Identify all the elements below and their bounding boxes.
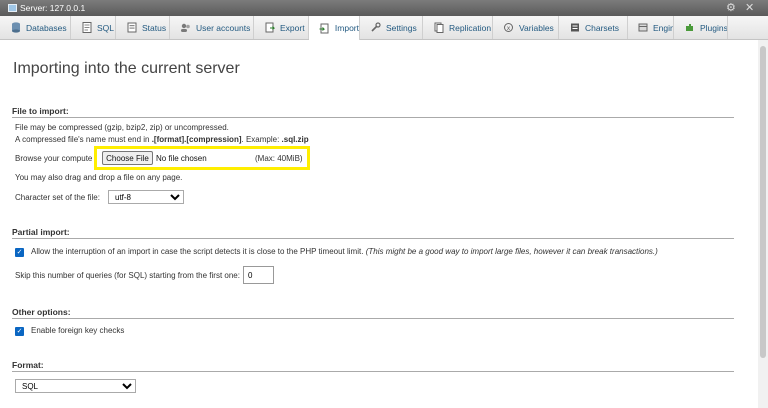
charset-select[interactable]: utf-8: [108, 190, 184, 204]
server-icon: [8, 4, 17, 12]
scrollbar-thumb[interactable]: [760, 46, 766, 358]
tab-label: Charsets: [585, 22, 620, 33]
plugins-icon: [684, 22, 695, 33]
filename-format: .[format].[compression]: [151, 135, 242, 144]
filename-note: A compressed file's name must end in .[f…: [15, 135, 309, 144]
format-select[interactable]: SQL: [15, 379, 136, 393]
tab-export[interactable]: Export: [254, 16, 309, 39]
max-size-text: (Max: 40MiB): [255, 154, 303, 163]
tab-replication[interactable]: Replication: [423, 16, 493, 39]
tab-label: User accounts: [196, 22, 251, 33]
allow-interrupt-text: Allow the interruption of an import in c…: [31, 247, 364, 256]
user-accounts-icon: [180, 22, 191, 33]
choose-file-button[interactable]: Choose File: [102, 151, 153, 165]
compression-note: File may be compressed (gzip, bzip2, zip…: [15, 123, 229, 132]
tab-variables[interactable]: x Variables: [493, 16, 559, 39]
variables-icon: x: [503, 22, 514, 33]
export-icon: [264, 22, 275, 33]
other-options-heading: Other options:: [12, 307, 71, 317]
tab-label: Databases: [26, 22, 67, 33]
server-title-bar: Server: 127.0.0.1 ⚙ ✕: [0, 0, 768, 16]
tab-label: Status: [142, 22, 167, 33]
format-heading: Format:: [12, 360, 44, 370]
settings-icon: [370, 22, 381, 33]
section-divider: [12, 318, 734, 319]
tab-databases[interactable]: Databases: [0, 16, 71, 39]
tab-label: Settings: [386, 22, 417, 33]
section-divider: [12, 371, 734, 372]
tab-label: Plugins: [700, 22, 728, 33]
tab-label: Replication: [449, 22, 492, 33]
charset-label: Character set of the file:: [15, 193, 100, 202]
foreign-keys-label[interactable]: Enable foreign key checks: [31, 326, 124, 335]
databases-icon: [10, 22, 21, 33]
partial-import-heading: Partial import:: [12, 227, 70, 237]
top-menu-tabs: Databases SQL Status User accounts Expor…: [0, 16, 768, 40]
charsets-icon: [569, 22, 580, 33]
tab-plugins[interactable]: Plugins: [674, 16, 728, 39]
no-file-chosen-text: No file chosen: [156, 154, 207, 163]
allow-interrupt-checkbox[interactable]: ✓: [15, 248, 24, 257]
section-divider: [12, 117, 734, 118]
vertical-scrollbar[interactable]: [758, 40, 768, 408]
filename-example: .sql.zip: [281, 135, 309, 144]
filename-note-prefix: A compressed file's name must end in: [15, 135, 152, 144]
tab-sql[interactable]: SQL: [71, 16, 116, 39]
tab-status[interactable]: Status: [116, 16, 170, 39]
svg-text:x: x: [507, 25, 511, 32]
tab-label: Variables: [519, 22, 554, 33]
server-name[interactable]: Server: 127.0.0.1: [20, 3, 85, 13]
foreign-keys-checkbox[interactable]: ✓: [15, 327, 24, 336]
file-to-import-heading: File to import:: [12, 106, 69, 116]
tab-import[interactable]: Import: [309, 16, 360, 40]
gear-icon[interactable]: ⚙: [726, 1, 736, 14]
allow-interrupt-note: (This might be a good way to import larg…: [365, 247, 658, 256]
tab-charsets[interactable]: Charsets: [559, 16, 628, 39]
status-icon: [126, 22, 137, 33]
tab-label: Export: [280, 22, 305, 33]
skip-queries-input[interactable]: [243, 266, 274, 284]
close-icon[interactable]: ✕: [745, 1, 754, 14]
tab-settings[interactable]: Settings: [360, 16, 423, 39]
skip-queries-label: Skip this number of queries (for SQL) st…: [15, 271, 240, 280]
tab-label: SQL: [97, 22, 115, 33]
import-icon: [319, 23, 330, 34]
sql-icon: [81, 22, 92, 33]
filename-note-mid: . Example:: [241, 135, 282, 144]
tab-user-accounts[interactable]: User accounts: [170, 16, 254, 39]
engines-icon: [638, 22, 648, 33]
tab-label: Import: [334, 23, 359, 33]
section-divider: [12, 238, 734, 239]
drag-drop-note: You may also drag and drop a file on any…: [15, 173, 183, 182]
page-title: Importing into the current server: [13, 60, 240, 77]
tab-label: Engines: [653, 22, 673, 33]
browse-label: Browse your compute: [15, 154, 93, 163]
tab-engines[interactable]: Engines: [628, 16, 674, 39]
replication-icon: [433, 22, 444, 33]
allow-interrupt-label[interactable]: Allow the interruption of an import in c…: [31, 247, 658, 256]
